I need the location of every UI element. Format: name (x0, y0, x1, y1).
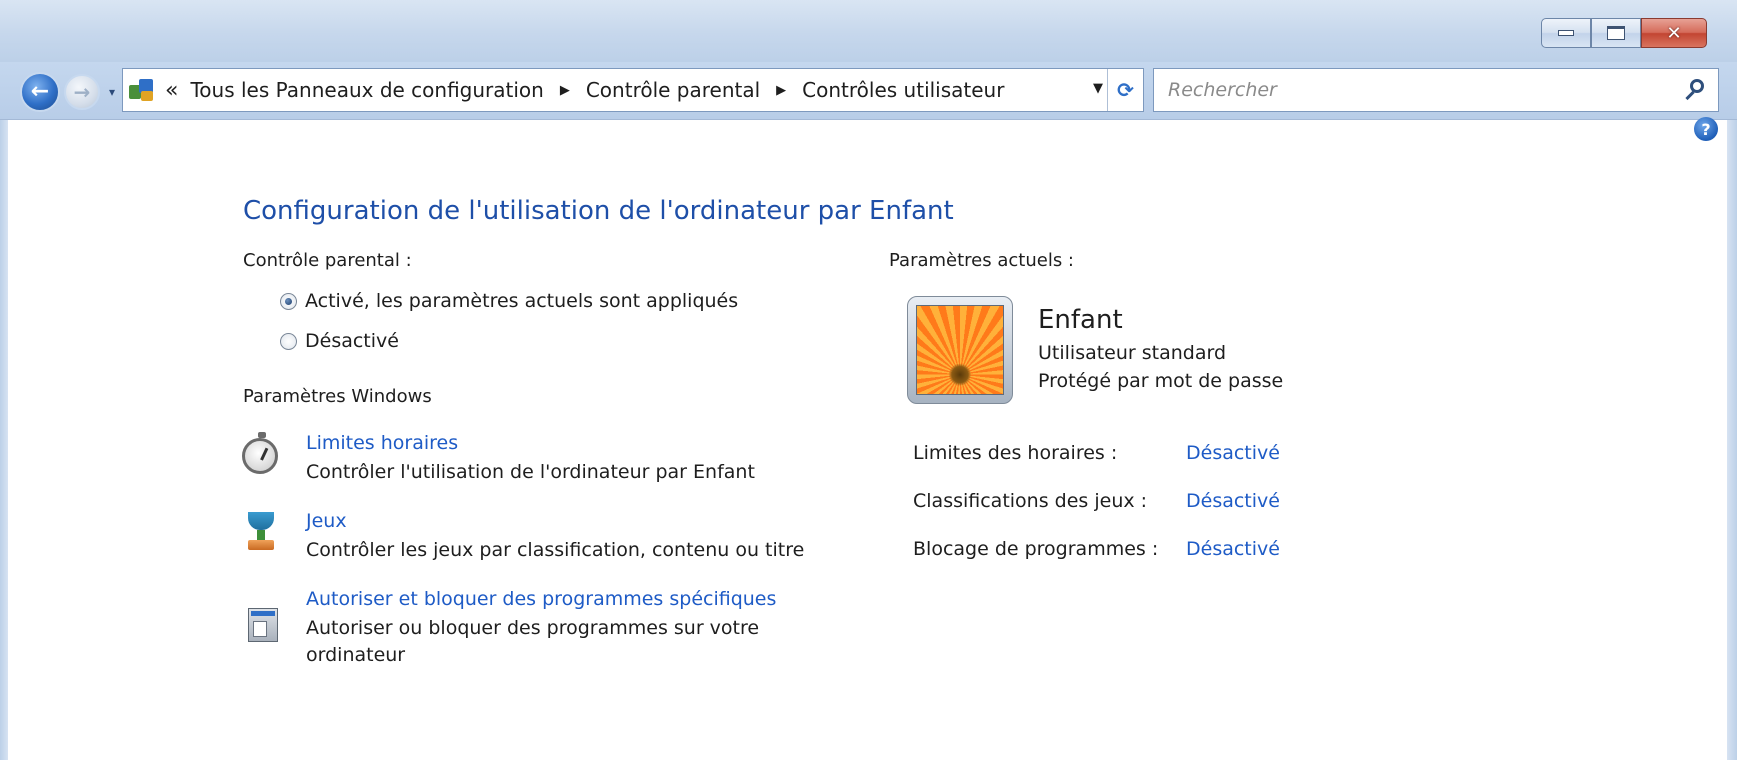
refresh-icon: ⟳ (1117, 78, 1134, 102)
page-title: Configuration de l'utilisation de l'ordi… (243, 196, 954, 226)
parental-control-label: Contrôle parental : (243, 250, 412, 271)
chevron-down-icon: ▾ (108, 85, 116, 99)
breadcrumb-item-user-controls[interactable]: Contrôles utilisateur (802, 78, 1004, 102)
radio-enabled[interactable]: Activé, les paramètres actuels sont appl… (280, 290, 738, 312)
back-arrow-icon: ← (30, 78, 50, 104)
close-icon: ✕ (1666, 22, 1682, 44)
radio-disabled[interactable]: Désactivé (280, 330, 399, 352)
breadcrumb-separator-icon[interactable]: ▶ (560, 83, 570, 98)
close-button[interactable]: ✕ (1641, 18, 1707, 48)
summary-program-blocking-label: Blocage de programmes : (913, 538, 1159, 560)
programs-link[interactable]: Autoriser et bloquer des programmes spéc… (306, 588, 776, 610)
caption-buttons: ✕ (1541, 18, 1707, 48)
summary-game-ratings-value[interactable]: Désactivé (1186, 490, 1280, 512)
help-icon[interactable]: ? (1694, 117, 1718, 141)
summary-time-limits-label: Limites des horaires : (913, 442, 1118, 464)
radio-button-checked[interactable] (280, 292, 297, 310)
maximize-button[interactable] (1591, 18, 1641, 48)
flower-avatar-icon (916, 305, 1004, 395)
stopwatch-icon (242, 432, 278, 474)
back-button[interactable]: ← (20, 72, 60, 112)
games-description: Contrôler les jeux par classification, c… (306, 539, 805, 561)
breadcrumb-overflow-button[interactable]: « (165, 78, 178, 103)
time-limits-link[interactable]: Limites horaires (306, 432, 458, 454)
radio-button-unchecked[interactable] (280, 332, 297, 350)
trophy-icon (242, 510, 282, 552)
programs-description: Autoriser ou bloquer des programmes sur … (306, 617, 760, 666)
current-settings-label: Paramètres actuels : (889, 250, 1074, 271)
user-password-status: Protégé par mot de passe (1038, 370, 1284, 392)
forward-arrow-icon: → (73, 80, 91, 104)
address-bar[interactable]: « Tous les Panneaux de configuration ▶ C… (122, 68, 1144, 112)
maximize-icon (1607, 26, 1625, 40)
search-icon[interactable] (1680, 75, 1710, 105)
programs-icon (242, 602, 282, 644)
minimize-button[interactable] (1541, 18, 1591, 48)
minimize-icon (1558, 30, 1574, 36)
refresh-button[interactable]: ⟳ (1107, 69, 1143, 111)
recent-pages-button[interactable]: ▾ (104, 80, 120, 104)
breadcrumb-item-all-control-panels[interactable]: Tous les Panneaux de configuration (190, 78, 543, 102)
breadcrumb-item-parental-control[interactable]: Contrôle parental (586, 78, 760, 102)
forward-button[interactable]: → (64, 74, 100, 110)
breadcrumb: « Tous les Panneaux de configuration ▶ C… (155, 78, 1004, 103)
radio-disabled-label[interactable]: Désactivé (305, 330, 399, 352)
breadcrumb-separator-icon[interactable]: ▶ (776, 83, 786, 98)
user-name: Enfant (1038, 305, 1123, 335)
window-frame-left (0, 120, 8, 760)
games-link[interactable]: Jeux (306, 510, 347, 532)
summary-program-blocking-value[interactable]: Désactivé (1186, 538, 1280, 560)
search-input[interactable]: Rechercher (1168, 79, 1680, 101)
summary-game-ratings-label: Classifications des jeux : (913, 490, 1148, 512)
address-dropdown-icon[interactable]: ▼ (1093, 81, 1103, 96)
summary-time-limits-value[interactable]: Désactivé (1186, 442, 1280, 464)
time-limits-description: Contrôler l'utilisation de l'ordinateur … (306, 461, 755, 483)
control-panel-icon (129, 77, 155, 103)
user-account-type: Utilisateur standard (1038, 342, 1227, 364)
window-frame-right (1727, 120, 1737, 760)
avatar (907, 296, 1013, 404)
radio-enabled-label[interactable]: Activé, les paramètres actuels sont appl… (305, 290, 738, 312)
search-box[interactable]: Rechercher (1153, 68, 1719, 112)
title-bar (0, 0, 1737, 62)
windows-settings-label: Paramètres Windows (243, 386, 432, 407)
